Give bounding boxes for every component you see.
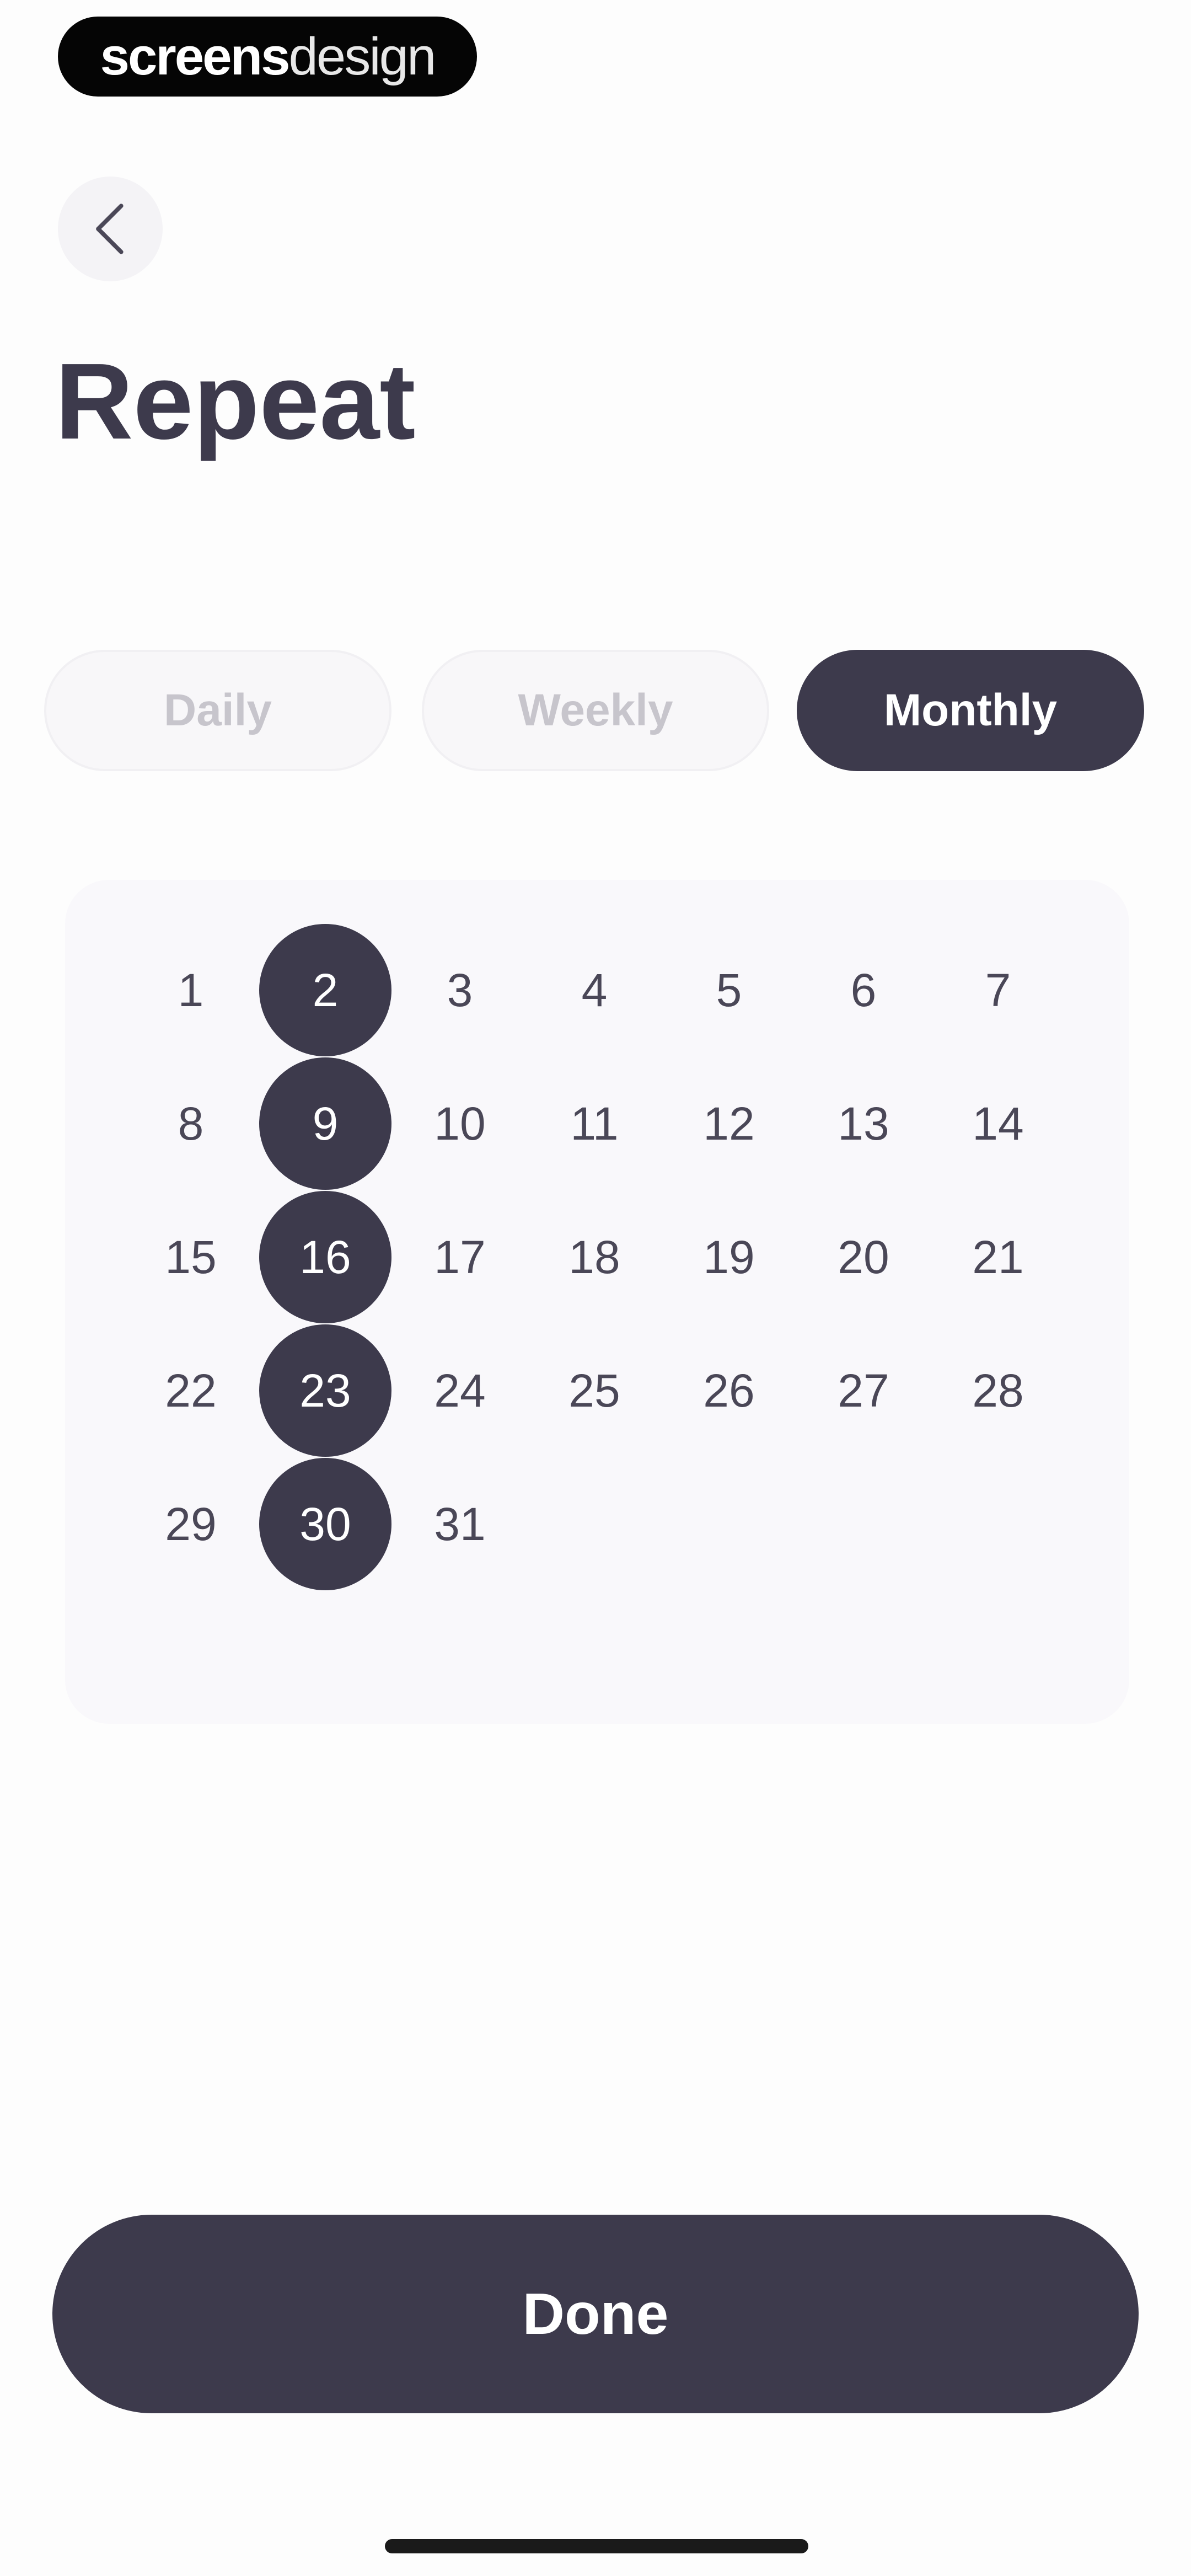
calendar-day-30[interactable]: 30 xyxy=(259,1458,391,1590)
calendar-day-8[interactable]: 8 xyxy=(125,1057,257,1190)
calendar-day-13[interactable]: 13 xyxy=(797,1057,930,1190)
calendar-day-23[interactable]: 23 xyxy=(259,1324,391,1457)
calendar-day-11[interactable]: 11 xyxy=(528,1057,661,1190)
calendar-day-19[interactable]: 19 xyxy=(663,1191,795,1323)
month-day-grid: 1 2 3 4 5 6 7 8 9 10 11 12 13 14 15 16 17 18 19 20 21 22 23 24 2… xyxy=(65,880,1129,1724)
calendar-day-27[interactable]: 27 xyxy=(797,1324,930,1457)
back-button[interactable] xyxy=(58,177,163,281)
calendar-day-22[interactable]: 22 xyxy=(125,1324,257,1457)
calendar-day-3[interactable]: 3 xyxy=(394,924,526,1056)
calendar-day-20[interactable]: 20 xyxy=(797,1191,930,1323)
calendar-day-28[interactable]: 28 xyxy=(932,1324,1064,1457)
calendar-day-29[interactable]: 29 xyxy=(125,1458,257,1590)
calendar-day-16[interactable]: 16 xyxy=(259,1191,391,1323)
home-indicator xyxy=(385,2539,808,2553)
calendar-day-21[interactable]: 21 xyxy=(932,1191,1064,1323)
calendar-day-18[interactable]: 18 xyxy=(528,1191,661,1323)
tab-monthly[interactable]: Monthly xyxy=(797,650,1144,771)
tab-weekly[interactable]: Weekly xyxy=(422,650,769,771)
calendar-day-15[interactable]: 15 xyxy=(125,1191,257,1323)
calendar-day-9[interactable]: 9 xyxy=(259,1057,391,1190)
calendar-day-7[interactable]: 7 xyxy=(932,924,1064,1056)
calendar-day-12[interactable]: 12 xyxy=(663,1057,795,1190)
calendar-day-4[interactable]: 4 xyxy=(528,924,661,1056)
calendar-day-31[interactable]: 31 xyxy=(394,1458,526,1590)
tab-daily[interactable]: Daily xyxy=(44,650,391,771)
calendar-day-1[interactable]: 1 xyxy=(125,924,257,1056)
calendar-day-25[interactable]: 25 xyxy=(528,1324,661,1457)
calendar-day-17[interactable]: 17 xyxy=(394,1191,526,1323)
logo-text-light: design xyxy=(288,26,437,86)
chevron-left-icon xyxy=(96,204,124,254)
done-button[interactable]: Done xyxy=(52,2215,1139,2413)
calendar-day-5[interactable]: 5 xyxy=(663,924,795,1056)
screensdesign-logo: screens design xyxy=(58,17,477,97)
page-title: Repeat xyxy=(55,341,416,462)
calendar-day-2[interactable]: 2 xyxy=(259,924,391,1056)
logo-text-strong: screens xyxy=(100,26,291,86)
repeat-mode-selector: Daily Weekly Monthly xyxy=(44,650,1147,771)
calendar-day-26[interactable]: 26 xyxy=(663,1324,795,1457)
calendar-day-10[interactable]: 10 xyxy=(394,1057,526,1190)
calendar-day-6[interactable]: 6 xyxy=(797,924,930,1056)
calendar-day-14[interactable]: 14 xyxy=(932,1057,1064,1190)
calendar-day-24[interactable]: 24 xyxy=(394,1324,526,1457)
